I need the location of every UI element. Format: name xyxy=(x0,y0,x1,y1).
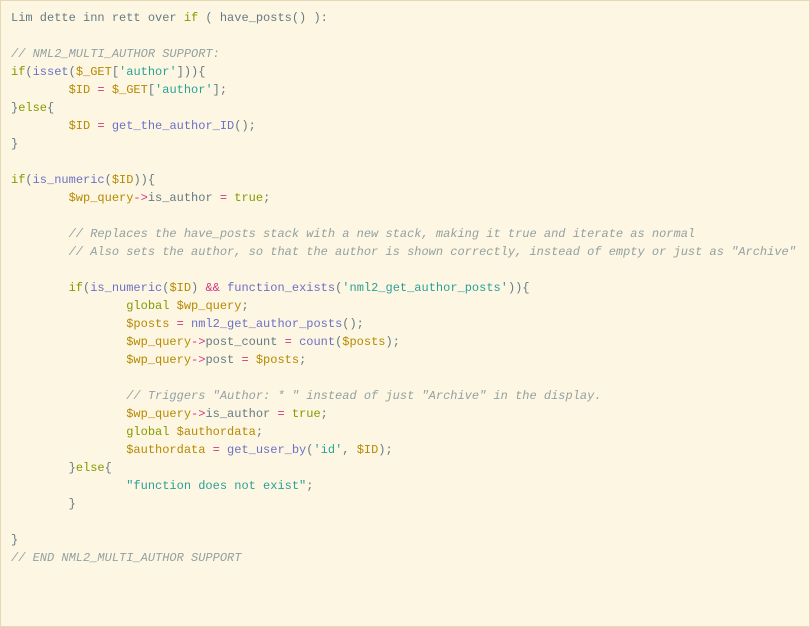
line: if(is_numeric($ID) && function_exists('n… xyxy=(11,281,530,295)
line: global $wp_query; xyxy=(11,299,249,313)
line: global $authordata; xyxy=(11,425,263,439)
line: }else{ xyxy=(11,101,54,115)
comment-line: // Replaces the have_posts stack with a … xyxy=(11,227,695,241)
comment-line: // Triggers "Author: * " instead of just… xyxy=(11,389,602,403)
comment-line: // Also sets the author, so that the aut… xyxy=(11,245,796,259)
line: $wp_query->is_author = true; xyxy=(11,407,328,421)
line-1: Lim dette inn rett over if ( have_posts(… xyxy=(11,11,328,25)
line: } xyxy=(11,533,18,547)
comment-line: // END NML2_MULTI_AUTHOR SUPPORT xyxy=(11,551,241,565)
line: } xyxy=(11,497,76,511)
line: $ID = $_GET['author']; xyxy=(11,83,227,97)
code-block: Lim dette inn rett over if ( have_posts(… xyxy=(0,0,810,627)
line: if(is_numeric($ID)){ xyxy=(11,173,155,187)
comment-line: // NML2_MULTI_AUTHOR SUPPORT: xyxy=(11,47,220,61)
line: } xyxy=(11,137,18,151)
line: $authordata = get_user_by('id', $ID); xyxy=(11,443,393,457)
line: $ID = get_the_author_ID(); xyxy=(11,119,256,133)
line: $wp_query->is_author = true; xyxy=(11,191,270,205)
line: $posts = nml2_get_author_posts(); xyxy=(11,317,364,331)
line: }else{ xyxy=(11,461,112,475)
line: if(isset($_GET['author'])){ xyxy=(11,65,205,79)
line: $wp_query->post_count = count($posts); xyxy=(11,335,400,349)
line: $wp_query->post = $posts; xyxy=(11,353,306,367)
line: "function does not exist"; xyxy=(11,479,313,493)
